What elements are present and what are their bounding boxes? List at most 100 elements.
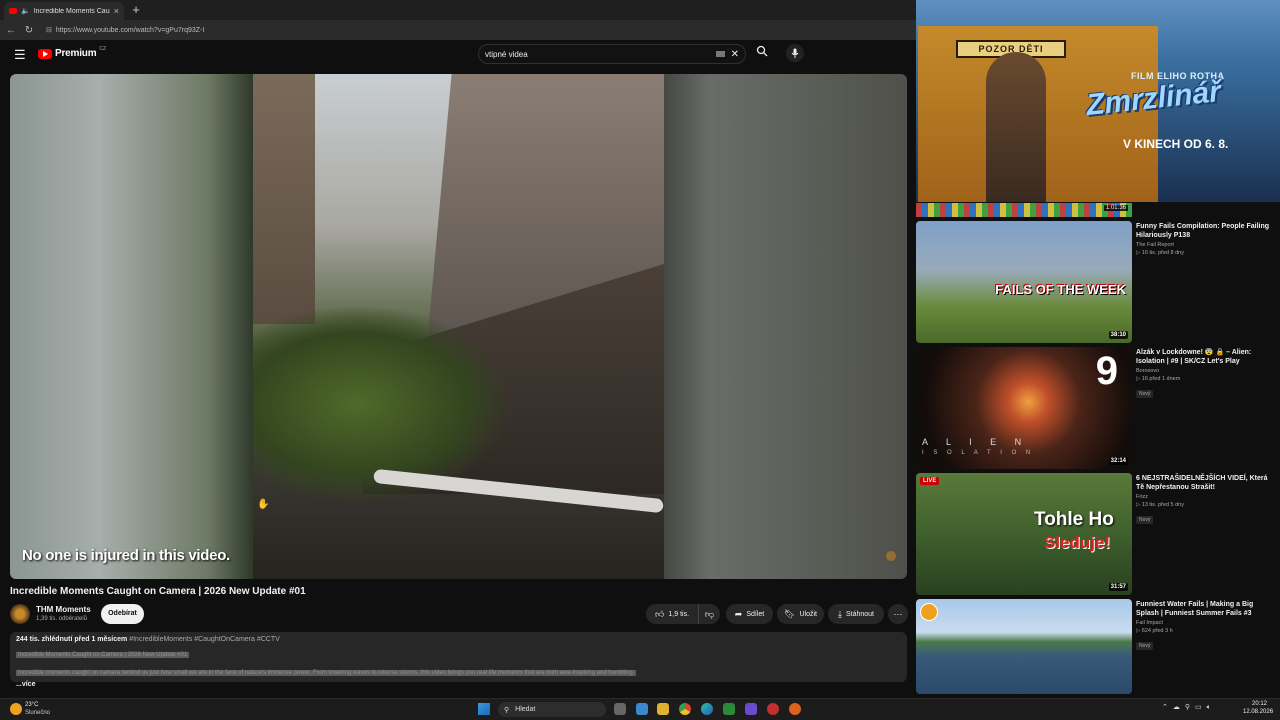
system-tray-icons[interactable]: ⌃☁⚲▭🔈︎ xyxy=(1162,703,1216,712)
tab-title: Incredible Moments Caught o xyxy=(33,7,110,15)
more-actions-button[interactable]: ⋯ xyxy=(888,604,908,624)
description-meta: 244 tis. zhlédnutí před 1 měsícem #Incre… xyxy=(16,636,901,643)
video-frame[interactable] xyxy=(253,74,664,579)
save-button[interactable]: 🔖︎ Uložit xyxy=(777,604,824,624)
related-video-info[interactable]: Funniest Water Fails | Making a Big Spla… xyxy=(1136,600,1274,652)
description-box[interactable]: 244 tis. zhlédnutí před 1 měsícem #Incre… xyxy=(10,632,907,688)
related-channel[interactable]: The Fail Report xyxy=(1136,242,1274,248)
sun-icon[interactable] xyxy=(10,703,22,715)
new-badge: Nový xyxy=(1136,516,1154,524)
file-explorer-icon[interactable] xyxy=(657,703,669,715)
related-title[interactable]: Funniest Water Fails | Making a Big Spla… xyxy=(1136,600,1274,618)
mail-icon[interactable] xyxy=(636,703,648,715)
dislike-button[interactable]: 👎︎ xyxy=(698,604,720,624)
show-more-link[interactable]: ...více xyxy=(16,681,901,688)
related-title[interactable]: 6 NEJSTRAŠIDELNĚJŠÍCH VIDEÍ, Která Tě Ne… xyxy=(1136,474,1274,492)
related-thumbnail[interactable] xyxy=(916,599,1132,694)
share-button[interactable]: ➦ Sdílet xyxy=(726,604,773,624)
views-and-date: 244 tis. zhlédnutí před 1 měsícem xyxy=(16,636,128,643)
logo-text: Premium xyxy=(55,48,97,59)
clock-time[interactable]: 20:12 xyxy=(1252,701,1267,707)
save-label: Uložit xyxy=(799,610,817,618)
related-stats: ▷ 16 před 1 dnem xyxy=(1136,376,1181,382)
duration-badge: 38:10 xyxy=(1108,331,1128,339)
microphone-button[interactable] xyxy=(786,44,804,62)
subscribe-button[interactable]: Odebírat xyxy=(101,604,144,624)
thumbnail-overlay-text: A L I E N xyxy=(922,437,1030,447)
region-code: CZ xyxy=(99,45,107,52)
related-video-info[interactable]: Alzák v Lockdowne! 😨 🔒 – Alien: Isolatio… xyxy=(1136,348,1274,400)
thumbnail-overlay-number: 9 xyxy=(1095,349,1118,393)
related-channel[interactable]: Borosovo xyxy=(1136,368,1274,374)
edge-icon[interactable] xyxy=(701,703,713,715)
related-video-info[interactable]: Funny Fails Compilation: People Failing … xyxy=(1136,222,1274,256)
firefox-icon[interactable] xyxy=(789,703,801,715)
related-thumbnail[interactable]: FAILS OF THE WEEK 38:10 xyxy=(916,221,1132,343)
speaker-icon[interactable]: 🔈 xyxy=(21,7,30,15)
share-icon: ➦ xyxy=(734,608,743,619)
search-icon: ⚲ xyxy=(504,706,510,714)
mouse-cursor-icon: ✋ xyxy=(257,499,270,510)
related-stats: ▷ 16 tis. před 8 dny xyxy=(1136,250,1184,256)
related-video-info[interactable]: 6 NEJSTRAŠIDELNĚJŠÍCH VIDEÍ, Která Tě Ne… xyxy=(1136,474,1274,526)
search-query: vtipné videa xyxy=(485,49,528,59)
video-title: Incredible Moments Caught on Camera | 20… xyxy=(10,586,306,597)
youtube-favicon-icon xyxy=(9,8,17,14)
duration-badge: 31:57 xyxy=(1108,583,1128,591)
hashtags[interactable]: #IncredibleMoments #CaughtOnCamera #CCTV xyxy=(129,636,280,643)
duration-badge: 1:01:36 xyxy=(1103,205,1128,211)
thumbnail-overlay-subtext: Sleduje! xyxy=(1044,533,1111,552)
browser-tab[interactable]: 🔈 Incredible Moments Caught o × xyxy=(4,2,124,20)
related-thumbnail[interactable]: LIVE Tohle Ho Sleduje! 31:57 xyxy=(916,473,1132,595)
channel-avatar xyxy=(920,603,938,621)
like-button[interactable]: 👍︎ 1,9 tis. xyxy=(646,604,698,624)
taskbar-search-label: Hledat xyxy=(515,706,536,713)
new-tab-button[interactable]: + xyxy=(129,2,143,18)
url-field[interactable]: ⊟ https://www.youtube.com/watch?v=gPu7rq… xyxy=(46,23,206,37)
duration-badge: 32:14 xyxy=(1108,457,1128,465)
channel-avatar[interactable] xyxy=(10,604,30,624)
reload-icon[interactable]: ↻ xyxy=(24,25,34,36)
address-bar: ← ↻ ⊟ https://www.youtube.com/watch?v=gP… xyxy=(0,20,916,40)
weather-temperature[interactable]: 23°C xyxy=(25,702,38,708)
weather-description[interactable]: Slunečno xyxy=(25,710,50,716)
new-badge: Nový xyxy=(1136,642,1154,650)
back-icon[interactable]: ← xyxy=(6,25,16,36)
taskbar-search[interactable]: ⚲ Hledat xyxy=(498,702,606,717)
start-button-icon[interactable] xyxy=(478,703,490,715)
thumbnail-overlay-subtext: I S O L A T I O N xyxy=(922,450,1035,456)
clock-date[interactable]: 12.08.2026 xyxy=(1243,709,1273,715)
close-tab-icon[interactable]: × xyxy=(114,6,119,16)
thumbs-up-icon: 👍︎ xyxy=(654,608,665,619)
related-stats: ▷ 624 před 3 h xyxy=(1136,628,1173,634)
keyboard-icon[interactable] xyxy=(715,51,725,57)
search-input[interactable]: vtipné videa ✕ xyxy=(478,44,746,64)
search-button[interactable] xyxy=(754,45,770,61)
related-title[interactable]: Funny Fails Compilation: People Failing … xyxy=(1136,222,1274,240)
thumbnail-overlay-text: FAILS OF THE WEEK xyxy=(995,282,1126,297)
related-thumbnail[interactable]: 9 A L I E N I S O L A T I O N 32:14 xyxy=(916,347,1132,469)
app-icon[interactable] xyxy=(745,703,757,715)
app-icon[interactable] xyxy=(767,703,779,715)
bookmark-icon: 🔖︎ xyxy=(784,608,796,619)
channel-watermark-icon[interactable] xyxy=(886,551,896,561)
related-channel[interactable]: Fail Impact xyxy=(1136,620,1274,626)
related-channel[interactable]: Frizz xyxy=(1136,494,1274,500)
related-stats: ▷ 13 tis. před 5 dny xyxy=(1136,502,1184,508)
download-button[interactable]: ⤓ Stáhnout xyxy=(828,604,884,624)
share-label: Sdílet xyxy=(746,610,765,618)
video-player[interactable]: No one is injured in this video. ✋ xyxy=(10,74,907,579)
clear-search-icon[interactable]: ✕ xyxy=(731,49,739,60)
movie-ad-banner[interactable]: POZOR DĚTI FILM ELIHO ROTHA Zmrzlinář V … xyxy=(916,0,1280,202)
spreadsheet-icon[interactable] xyxy=(723,703,735,715)
thumbnail-overlay-text: Tohle Ho xyxy=(1034,509,1114,530)
task-view-icon[interactable] xyxy=(614,703,626,715)
channel-name[interactable]: THM Moments xyxy=(36,605,91,614)
site-info-icon[interactable]: ⊟ xyxy=(46,26,52,34)
ad-release-date: V KINECH OD 6. 8. xyxy=(1123,137,1229,151)
related-title[interactable]: Alzák v Lockdowne! 😨 🔒 – Alien: Isolatio… xyxy=(1136,348,1274,366)
youtube-logo[interactable]: Premium CZ xyxy=(38,45,107,59)
chrome-icon[interactable] xyxy=(679,703,691,715)
previous-thumbnail-strip[interactable]: 1:01:36 xyxy=(916,203,1132,217)
hamburger-menu-icon[interactable]: ☰ xyxy=(14,48,26,61)
